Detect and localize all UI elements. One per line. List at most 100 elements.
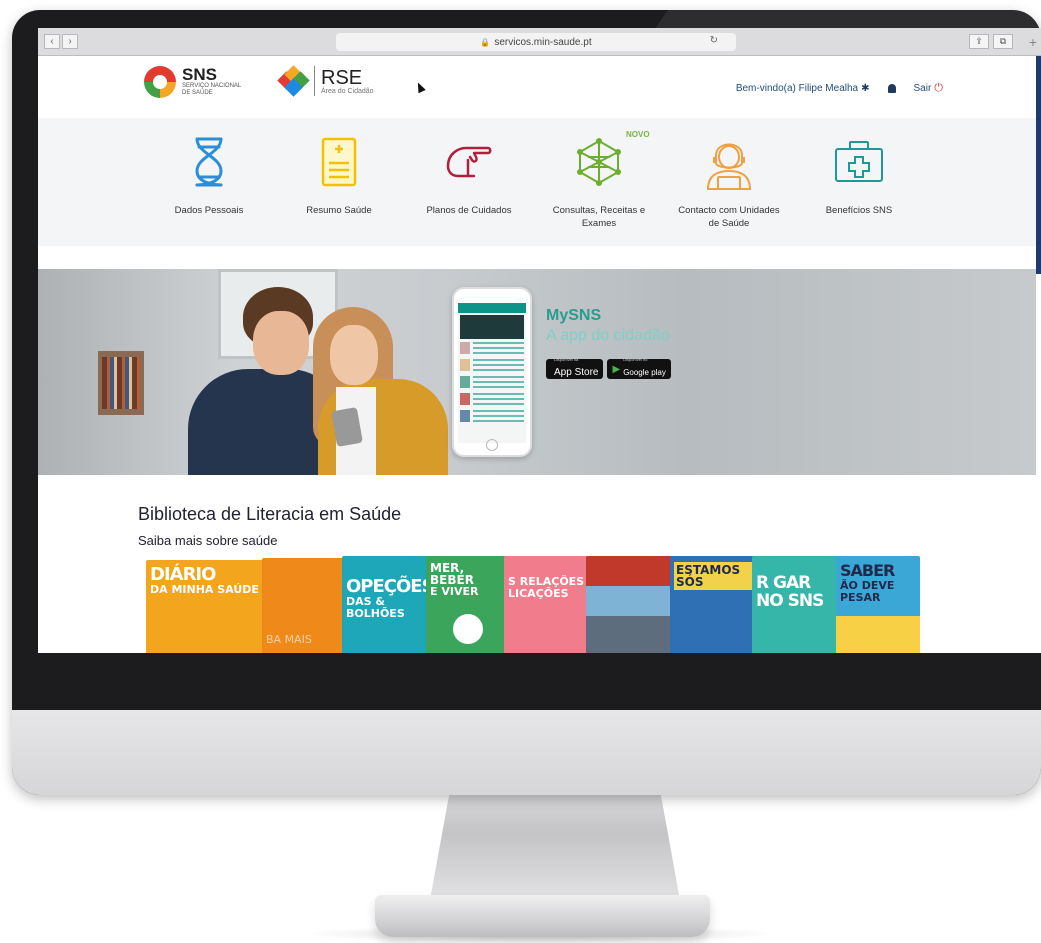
mysns-banner[interactable]: MySNS A app do cidadão Disponível na App… — [38, 269, 1036, 475]
book-cover[interactable]: R GAR NO SNS — [752, 556, 842, 653]
share-button[interactable]: ⇪ — [969, 34, 989, 49]
monitor-chin — [12, 710, 1041, 795]
book-title: MER, BEBER — [430, 561, 474, 587]
book-subtitle: ÃO DEVE PESAR — [840, 579, 895, 604]
new-badge: NOVO — [626, 130, 650, 139]
book-cover[interactable]: S RELAÇÕES LICAÇÕES — [504, 556, 592, 653]
monitor-stand-base — [375, 895, 710, 937]
library-subtitle: Saiba mais sobre saúde — [138, 533, 278, 548]
menu-item-resumo-saude[interactable]: Resumo Saúde — [284, 132, 394, 217]
rse-divider — [314, 66, 315, 96]
book-title: ESTAMOS SÓS — [674, 562, 756, 590]
book-subtitle: DA MINHA SAÚDE — [150, 583, 259, 596]
google-play-small: Disponível no — [623, 357, 648, 362]
book-title: BA MAIS — [266, 633, 312, 646]
smiley-icon — [453, 614, 483, 644]
app-phone-screen — [458, 303, 526, 443]
library-title: Biblioteca de Literacia em Saúde — [138, 504, 402, 524]
site-header: SNS SERVIÇO NACIONAL DE SAÚDE RSE Área d… — [38, 56, 1041, 118]
book-cover[interactable] — [586, 556, 676, 653]
rse-logo-title: RSE — [321, 66, 363, 89]
forward-button[interactable]: › — [62, 34, 78, 49]
sns-logo-icon — [144, 66, 176, 98]
banner-title: MySNS — [546, 307, 602, 324]
sns-logo-subtitle: SERVIÇO NACIONAL DE SAÚDE — [182, 83, 242, 96]
power-icon: ⏻ — [934, 82, 943, 94]
sns-logo-title: SNS — [182, 65, 217, 84]
gear-icon: ✱ — [861, 83, 870, 94]
google-play-button[interactable]: ▶ Disponível no Google play — [607, 357, 671, 379]
sns-logo[interactable]: SNS SERVIÇO NACIONAL DE SAÚDE — [144, 66, 242, 98]
monitor-stand-neck — [430, 790, 680, 900]
menu-item-consultas[interactable]: Consultas, Receitas e Exames — [544, 132, 654, 230]
welcome-user-link[interactable]: Bem-vindo(a) Filipe Mealha ✱ — [736, 83, 870, 94]
banner-photo-bookshelf — [98, 351, 144, 415]
menu-item-dados-pessoais[interactable]: Dados Pessoais — [154, 132, 264, 217]
book-subtitle: E VIVER — [430, 585, 479, 598]
menu-label: Benefícios SNS — [825, 205, 893, 216]
service-menu: Dados Pessoais Resumo Saúde Planos de Cu… — [38, 118, 1036, 246]
store-badges: Disponível na App Store ▶ Disponível no … — [546, 357, 671, 379]
user-menu: Bem-vindo(a) Filipe Mealha ✱ Sair ⏻ — [736, 82, 943, 95]
book-cover[interactable]: DIÁRIO DA MINHA SAÚDE — [146, 560, 266, 653]
app-store-button[interactable]: Disponível na App Store — [546, 357, 604, 379]
logout-link[interactable]: Sair ⏻ — [914, 82, 944, 95]
share-icon: ⇪ — [975, 36, 983, 46]
book-cover[interactable]: MER, BEBER E VIVER — [426, 556, 510, 653]
tabs-button[interactable]: ⧉ — [993, 34, 1013, 49]
support-agent-icon — [701, 132, 757, 192]
book-subtitle: LICAÇÕES — [508, 587, 569, 600]
book-subtitle: DAS & BOLHÕES — [346, 595, 405, 620]
phone-home-button — [486, 439, 498, 451]
mouse-cursor-icon — [414, 80, 426, 94]
toolbar-right: ⇪ ⧉ — [969, 34, 1013, 49]
network-icon — [571, 132, 627, 192]
app-store-small: Disponível na — [554, 357, 579, 362]
book-cover[interactable]: ESTAMOS SÓS — [670, 556, 760, 653]
tabs-icon: ⧉ — [999, 36, 1007, 46]
app-phone-mockup — [452, 287, 532, 457]
google-play-name: Google play — [623, 368, 666, 377]
medical-kit-icon — [831, 132, 887, 192]
book-cover[interactable]: OPEÇÕES DAS & BOLHÕES — [342, 556, 432, 653]
dna-icon — [181, 132, 237, 192]
pointing-hand-icon — [441, 132, 497, 192]
menu-item-contacto-unidades[interactable]: Contacto com Unidades de Saúde — [674, 132, 784, 230]
banner-subtitle: A app do cidadão — [546, 327, 670, 344]
app-store-name: App Store — [554, 367, 599, 378]
chevron-right-icon: › — [68, 36, 72, 47]
new-tab-button[interactable]: + — [1029, 34, 1037, 50]
document-plus-icon — [311, 132, 367, 192]
back-button[interactable]: ‹ — [44, 34, 60, 49]
logout-label: Sair — [913, 83, 932, 94]
reload-icon[interactable]: ↻ — [710, 35, 718, 46]
rse-logo-subtitle: Área do Cidadão — [321, 87, 374, 95]
menu-item-planos-de-cuidados[interactable]: Planos de Cuidados — [414, 132, 524, 217]
bell-icon[interactable] — [887, 84, 896, 93]
menu-label: Consultas, Receitas e Exames — [552, 205, 646, 229]
rse-logo-icon — [277, 65, 310, 97]
browser-toolbar: ‹ › 🔒 servicos.min-saude.pt ↻ ⇪ ⧉ + — [38, 28, 1041, 56]
rse-logo[interactable]: RSE Área do Cidadão — [277, 65, 374, 97]
menu-label: Resumo Saúde — [306, 205, 372, 216]
banner-photo-woman-face — [330, 325, 378, 385]
url-text: servicos.min-saude.pt — [494, 36, 592, 48]
address-bar[interactable]: 🔒 servicos.min-saude.pt ↻ — [336, 33, 736, 51]
chevron-left-icon: ‹ — [50, 36, 54, 47]
menu-label: Planos de Cuidados — [426, 205, 512, 216]
menu-item-beneficios-sns[interactable]: Benefícios SNS — [804, 132, 914, 217]
lock-icon: 🔒 — [480, 37, 491, 47]
nav-buttons: ‹ › — [44, 34, 78, 49]
book-cover[interactable]: SABER ÃO DEVE PESAR — [836, 556, 920, 653]
banner-photo-man-face — [253, 311, 309, 375]
book-title: R GAR NO SNS — [756, 573, 824, 611]
welcome-text: Bem-vindo(a) Filipe Mealha — [735, 83, 859, 94]
plus-icon: + — [1028, 34, 1037, 50]
menu-label: Contacto com Unidades de Saúde — [678, 205, 780, 229]
scroll-accent-bar — [1036, 56, 1041, 274]
play-icon: ▶ — [612, 363, 621, 375]
book-title: SABER — [840, 561, 895, 580]
screen: ‹ › 🔒 servicos.min-saude.pt ↻ ⇪ ⧉ + SNS … — [38, 28, 1041, 653]
book-title: DIÁRIO — [150, 564, 216, 585]
book-title: OPEÇÕES — [346, 576, 432, 597]
